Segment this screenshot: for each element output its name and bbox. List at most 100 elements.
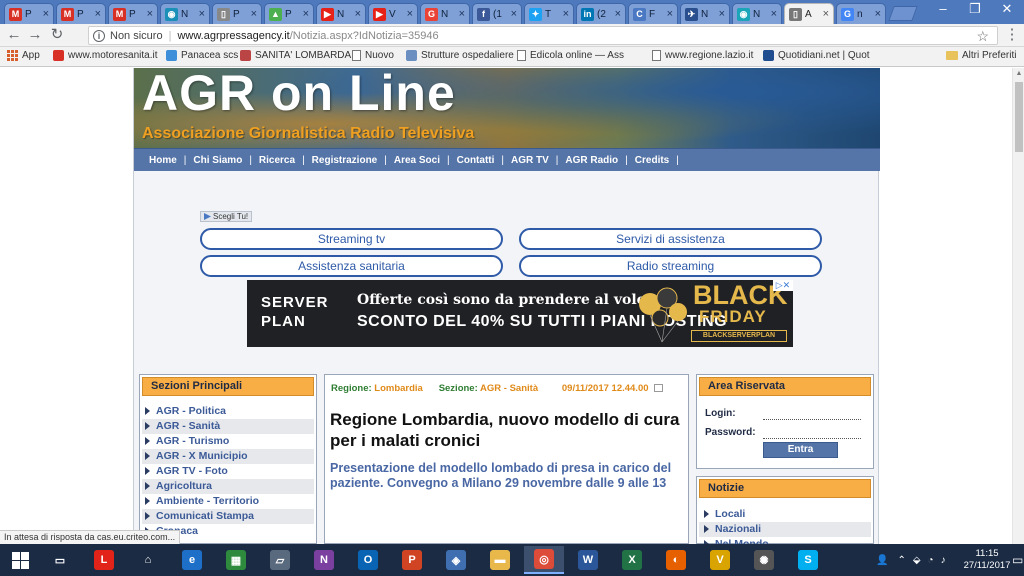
site-banner[interactable]: AGR on Line Associazione Giornalistica R… <box>134 68 880 148</box>
taskbar-app[interactable]: ◎ <box>524 546 564 574</box>
radio-streaming-button[interactable]: Radio streaming <box>519 255 822 277</box>
bookmark-panacea[interactable]: Panacea scs <box>166 50 238 61</box>
close-tab-icon[interactable]: × <box>355 8 361 20</box>
notifications-icon[interactable]: ▭ <box>1012 544 1023 576</box>
taskbar-app[interactable]: X <box>612 546 652 574</box>
bookmark-nuovo[interactable]: Nuovo <box>352 50 394 61</box>
browser-tab[interactable]: ▶ N × <box>316 3 366 24</box>
browser-tab[interactable]: C F × <box>628 3 678 24</box>
close-window-icon[interactable]: ✕ <box>992 0 1022 18</box>
address-bar[interactable]: i Non sicuro | www.agrpressagency.it /No… <box>88 26 998 45</box>
taskbar-clock[interactable]: 11:15 27/11/2017 <box>962 548 1012 572</box>
taskbar-app[interactable]: e <box>172 546 212 574</box>
info-icon[interactable]: i <box>93 29 105 42</box>
section-link[interactable]: Agricoltura <box>142 479 314 494</box>
scroll-up-icon[interactable]: ▲ <box>1013 68 1024 80</box>
new-tab-button[interactable] <box>888 6 918 21</box>
bookmark-app[interactable]: App <box>7 50 40 61</box>
nav-agr-tv[interactable]: AGR TV <box>504 155 556 166</box>
close-tab-icon[interactable]: × <box>615 8 621 20</box>
browser-tab[interactable]: ◉ N × <box>160 3 210 24</box>
taskbar-app[interactable]: P <box>392 546 432 574</box>
browser-tab[interactable]: ▯ P × <box>212 3 262 24</box>
taskbar-app[interactable]: ◈ <box>436 546 476 574</box>
section-link[interactable]: AGR TV - Foto <box>142 464 314 479</box>
taskbar-app[interactable]: ✺ <box>744 546 784 574</box>
page-scrollbar[interactable]: ▲ <box>1012 68 1024 544</box>
browser-tab[interactable]: ✦ T × <box>524 3 574 24</box>
nav-registrazione[interactable]: Registrazione <box>305 155 385 166</box>
section-link[interactable]: AGR - Turismo <box>142 434 314 449</box>
forward-icon[interactable]: → <box>26 26 44 44</box>
close-tab-icon[interactable]: × <box>43 8 49 20</box>
nav-area-soci[interactable]: Area Soci <box>387 155 447 166</box>
close-tab-icon[interactable]: × <box>303 8 309 20</box>
notizie-link[interactable]: Nel Mondo <box>699 537 871 544</box>
bookmark-star-icon[interactable]: ☆ <box>976 28 989 45</box>
bookmark-quotidiani[interactable]: Quotidiani.net | Quot <box>763 50 870 61</box>
password-input[interactable] <box>763 427 861 439</box>
menu-icon[interactable]: ⋮ <box>1003 26 1021 44</box>
close-tab-icon[interactable]: × <box>875 8 881 20</box>
browser-tab[interactable]: M P × <box>108 3 158 24</box>
close-tab-icon[interactable]: × <box>199 8 205 20</box>
bookmark-strutture[interactable]: Strutture ospedaliere <box>406 50 514 61</box>
scroll-thumb[interactable] <box>1015 82 1023 152</box>
browser-tab[interactable]: f (1 × <box>472 3 522 24</box>
region-link[interactable]: Lombardia <box>374 383 423 394</box>
maximize-icon[interactable]: ❐ <box>960 0 990 18</box>
taskbar-app[interactable]: L <box>84 546 124 574</box>
section-link[interactable]: Comunicati Stampa <box>142 509 314 524</box>
scegli-tu-button[interactable]: Scegli Tu! <box>200 211 253 222</box>
bookmark-altri-preferiti[interactable]: Altri Preferiti <box>946 50 1016 61</box>
nav-agr-radio[interactable]: AGR Radio <box>558 155 625 166</box>
login-input[interactable] <box>763 408 861 420</box>
close-tab-icon[interactable]: × <box>407 8 413 20</box>
section-link[interactable]: AGR - Sanità <box>142 419 314 434</box>
browser-tab[interactable]: ▶ V × <box>368 3 418 24</box>
close-tab-icon[interactable]: × <box>251 8 257 20</box>
browser-tab[interactable]: ✈ N × <box>680 3 730 24</box>
close-tab-icon[interactable]: × <box>563 8 569 20</box>
minimize-icon[interactable]: – <box>928 0 958 18</box>
entra-button[interactable]: Entra <box>763 442 838 458</box>
assistenza-sanitaria-button[interactable]: Assistenza sanitaria <box>200 255 503 277</box>
streaming-tv-button[interactable]: Streaming tv <box>200 228 503 250</box>
nav-ricerca[interactable]: Ricerca <box>252 155 302 166</box>
start-button[interactable] <box>0 546 40 574</box>
people-icon[interactable]: 👤 <box>876 555 888 566</box>
section-link[interactable]: AGR - Sanità <box>480 383 538 394</box>
browser-tab[interactable]: in (2 × <box>576 3 626 24</box>
notizie-link[interactable]: Nazionali <box>699 522 871 537</box>
print-icon[interactable] <box>654 384 664 393</box>
nav-credits[interactable]: Credits <box>628 155 676 166</box>
back-icon[interactable]: ← <box>5 26 23 44</box>
close-tab-icon[interactable]: × <box>511 8 517 20</box>
taskbar-app[interactable]: ▬ <box>480 546 520 574</box>
taskbar-app[interactable]: ▱ <box>260 546 300 574</box>
volume-icon[interactable]: ♪ <box>941 555 946 566</box>
bookmark-regione-lazio[interactable]: www.regione.lazio.it <box>652 50 753 61</box>
taskbar-app[interactable]: N <box>304 546 344 574</box>
wifi-icon[interactable]: ◔ <box>928 555 934 566</box>
close-tab-icon[interactable]: × <box>459 8 465 20</box>
browser-tab[interactable]: ◉ N × <box>732 3 782 24</box>
taskbar-app[interactable]: ▦ <box>216 546 256 574</box>
close-tab-icon[interactable]: × <box>719 8 725 20</box>
section-link[interactable]: AGR - X Municipio <box>142 449 314 464</box>
browser-tab[interactable]: G N × <box>420 3 470 24</box>
section-link[interactable]: Ambiente - Territorio <box>142 494 314 509</box>
taskbar-app[interactable]: ▭ <box>40 546 80 574</box>
bookmark-sanita-lombarda[interactable]: SANITA' LOMBARDA <box>240 50 351 61</box>
section-link[interactable]: AGR - Politica <box>142 404 314 419</box>
close-tab-icon[interactable]: × <box>771 8 777 20</box>
close-tab-icon[interactable]: × <box>823 8 829 20</box>
chevron-up-icon[interactable]: ⌃ <box>897 555 905 566</box>
taskbar-app[interactable]: V <box>700 546 740 574</box>
browser-tab[interactable]: M P × <box>4 3 54 24</box>
taskbar-app[interactable]: W <box>568 546 608 574</box>
notizie-link[interactable]: Locali <box>699 507 871 522</box>
taskbar-app[interactable]: O <box>348 546 388 574</box>
bookmark-motoresanita[interactable]: www.motoresanita.it <box>53 50 157 61</box>
close-tab-icon[interactable]: × <box>667 8 673 20</box>
